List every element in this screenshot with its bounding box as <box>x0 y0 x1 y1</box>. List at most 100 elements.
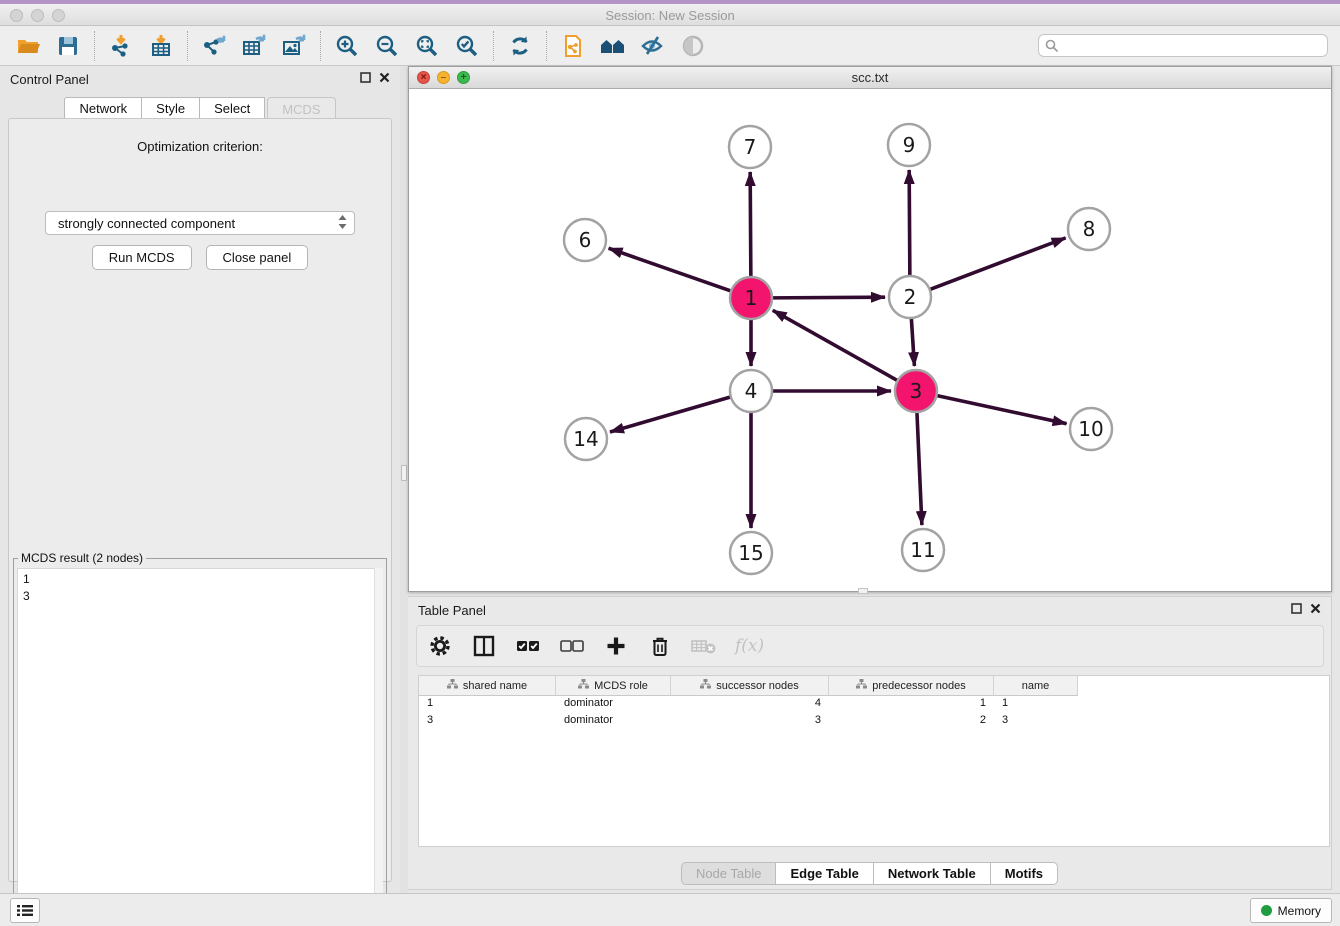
cell-mcds_role[interactable]: dominator <box>556 696 671 713</box>
close-panel-button[interactable]: Close panel <box>206 245 309 270</box>
node-14[interactable]: 14 <box>565 418 607 460</box>
node-8[interactable]: 8 <box>1068 208 1110 250</box>
table-row[interactable]: 1dominator411 <box>419 696 1329 713</box>
mcds-result-title: MCDS result (2 nodes) <box>18 551 146 565</box>
hide-graphics-details-icon[interactable] <box>633 29 673 63</box>
cell-name[interactable]: 1 <box>994 696 1078 713</box>
save-session-icon[interactable] <box>48 29 88 63</box>
add-column-icon[interactable] <box>603 633 629 659</box>
clone-network-view-icon[interactable] <box>553 29 593 63</box>
node-4[interactable]: 4 <box>730 370 772 412</box>
node-1[interactable]: 1 <box>730 277 772 319</box>
show-graphics-details-icon[interactable] <box>673 29 713 63</box>
column-header-successor-nodes[interactable]: successor nodes <box>671 676 829 696</box>
node-9[interactable]: 9 <box>888 124 930 166</box>
splitter-grip-horizontal[interactable] <box>858 588 868 594</box>
edge-4-14[interactable] <box>610 397 731 432</box>
delete-column-icon[interactable] <box>647 633 673 659</box>
network-view-window[interactable]: × – + scc.txt 7 9 6 8 1 2 4 3 14 10 15 11 <box>408 66 1332 592</box>
mcds-result-text[interactable]: 1 3 <box>17 568 383 923</box>
network-canvas[interactable]: 7 9 6 8 1 2 4 3 14 10 15 11 <box>409 89 1331 591</box>
result-scrollbar[interactable] <box>374 568 383 923</box>
node-table-body: 1dominator4113dominator323 <box>419 696 1329 730</box>
optimization-criterion-label: Optimization criterion: <box>9 139 391 154</box>
edge-2-9[interactable] <box>909 170 910 276</box>
birdseye-view-icon[interactable] <box>593 29 633 63</box>
task-history-button[interactable] <box>10 898 40 923</box>
node-3[interactable]: 3 <box>895 370 937 412</box>
table-settings-gear-icon[interactable] <box>427 633 453 659</box>
import-table-icon[interactable] <box>141 29 181 63</box>
network-graph[interactable]: 7 9 6 8 1 2 4 3 14 10 15 11 <box>409 89 1331 591</box>
cell-predecessor_nodes[interactable]: 1 <box>829 696 994 713</box>
cell-shared_name[interactable]: 1 <box>419 696 556 713</box>
cell-mcds_role[interactable]: dominator <box>556 713 671 730</box>
search-input[interactable] <box>1038 34 1328 57</box>
show-columns-icon[interactable] <box>471 633 497 659</box>
sort-hierarchy-icon <box>447 679 458 692</box>
zoom-fit-icon[interactable] <box>407 29 447 63</box>
refresh-icon[interactable] <box>500 29 540 63</box>
edge-3-1[interactable] <box>773 310 898 380</box>
network-window-titlebar[interactable]: × – + scc.txt <box>409 67 1331 89</box>
tab-node-table[interactable]: Node Table <box>681 862 776 885</box>
tab-network[interactable]: Network <box>64 97 141 120</box>
node-table[interactable]: shared nameMCDS rolesuccessor nodesprede… <box>418 675 1330 847</box>
tab-edge-table[interactable]: Edge Table <box>775 862 872 885</box>
cell-name[interactable]: 3 <box>994 713 1078 730</box>
memory-label: Memory <box>1278 904 1321 918</box>
node-11[interactable]: 11 <box>902 529 944 571</box>
main-titlebar[interactable]: Session: New Session <box>0 4 1340 26</box>
export-table-icon[interactable] <box>234 29 274 63</box>
import-network-icon[interactable] <box>101 29 141 63</box>
column-header-name[interactable]: name <box>994 676 1078 696</box>
table-panel: Table Panel <box>408 596 1332 890</box>
export-image-icon[interactable] <box>274 29 314 63</box>
tab-select[interactable]: Select <box>199 97 265 120</box>
node-7[interactable]: 7 <box>729 126 771 168</box>
zoom-out-icon[interactable] <box>367 29 407 63</box>
memory-button[interactable]: Memory <box>1250 898 1332 923</box>
cell-successor_nodes[interactable]: 4 <box>671 696 829 713</box>
splitter-grip[interactable] <box>401 465 407 481</box>
edge-3-10[interactable] <box>937 395 1067 423</box>
node-2[interactable]: 2 <box>889 276 931 318</box>
zoom-selected-icon[interactable] <box>447 29 487 63</box>
float-panel-icon[interactable] <box>1291 601 1302 619</box>
tab-style[interactable]: Style <box>141 97 199 120</box>
tab-network-table[interactable]: Network Table <box>873 862 990 885</box>
optimization-criterion-dropdown[interactable]: strongly connected component <box>45 211 355 235</box>
select-all-icon[interactable] <box>515 633 541 659</box>
float-panel-icon[interactable] <box>360 70 371 88</box>
column-header-mcds-role[interactable]: MCDS role <box>556 676 671 696</box>
toolbar-separator <box>546 31 547 61</box>
toolbar-separator <box>187 31 188 61</box>
edge-1-6[interactable] <box>609 248 732 291</box>
panel-splitter-vertical[interactable] <box>400 66 408 893</box>
svg-text:14: 14 <box>573 427 598 451</box>
cell-shared_name[interactable]: 3 <box>419 713 556 730</box>
close-panel-icon[interactable] <box>1310 601 1321 619</box>
tab-motifs[interactable]: Motifs <box>990 862 1058 885</box>
table-row[interactable]: 3dominator323 <box>419 713 1329 730</box>
node-15[interactable]: 15 <box>730 532 772 574</box>
cell-predecessor_nodes[interactable]: 2 <box>829 713 994 730</box>
cell-successor_nodes[interactable]: 3 <box>671 713 829 730</box>
edge-1-2[interactable] <box>772 297 885 298</box>
edge-2-8[interactable] <box>930 238 1066 290</box>
node-10[interactable]: 10 <box>1070 408 1112 450</box>
edge-1-7[interactable] <box>750 172 751 277</box>
node-6[interactable]: 6 <box>564 219 606 261</box>
export-network-icon[interactable] <box>194 29 234 63</box>
control-panel: Control Panel NetworkStyleSelectMCDS Opt… <box>0 66 400 893</box>
tab-mcds[interactable]: MCDS <box>267 97 335 120</box>
deselect-all-icon[interactable] <box>559 633 585 659</box>
edge-3-11[interactable] <box>917 412 922 525</box>
close-panel-icon[interactable] <box>379 70 390 88</box>
run-mcds-button[interactable]: Run MCDS <box>92 245 192 270</box>
edge-2-3[interactable] <box>911 318 914 366</box>
open-session-icon[interactable] <box>8 29 48 63</box>
zoom-in-icon[interactable] <box>327 29 367 63</box>
column-header-predecessor-nodes[interactable]: predecessor nodes <box>829 676 994 696</box>
column-header-shared-name[interactable]: shared name <box>419 676 556 696</box>
